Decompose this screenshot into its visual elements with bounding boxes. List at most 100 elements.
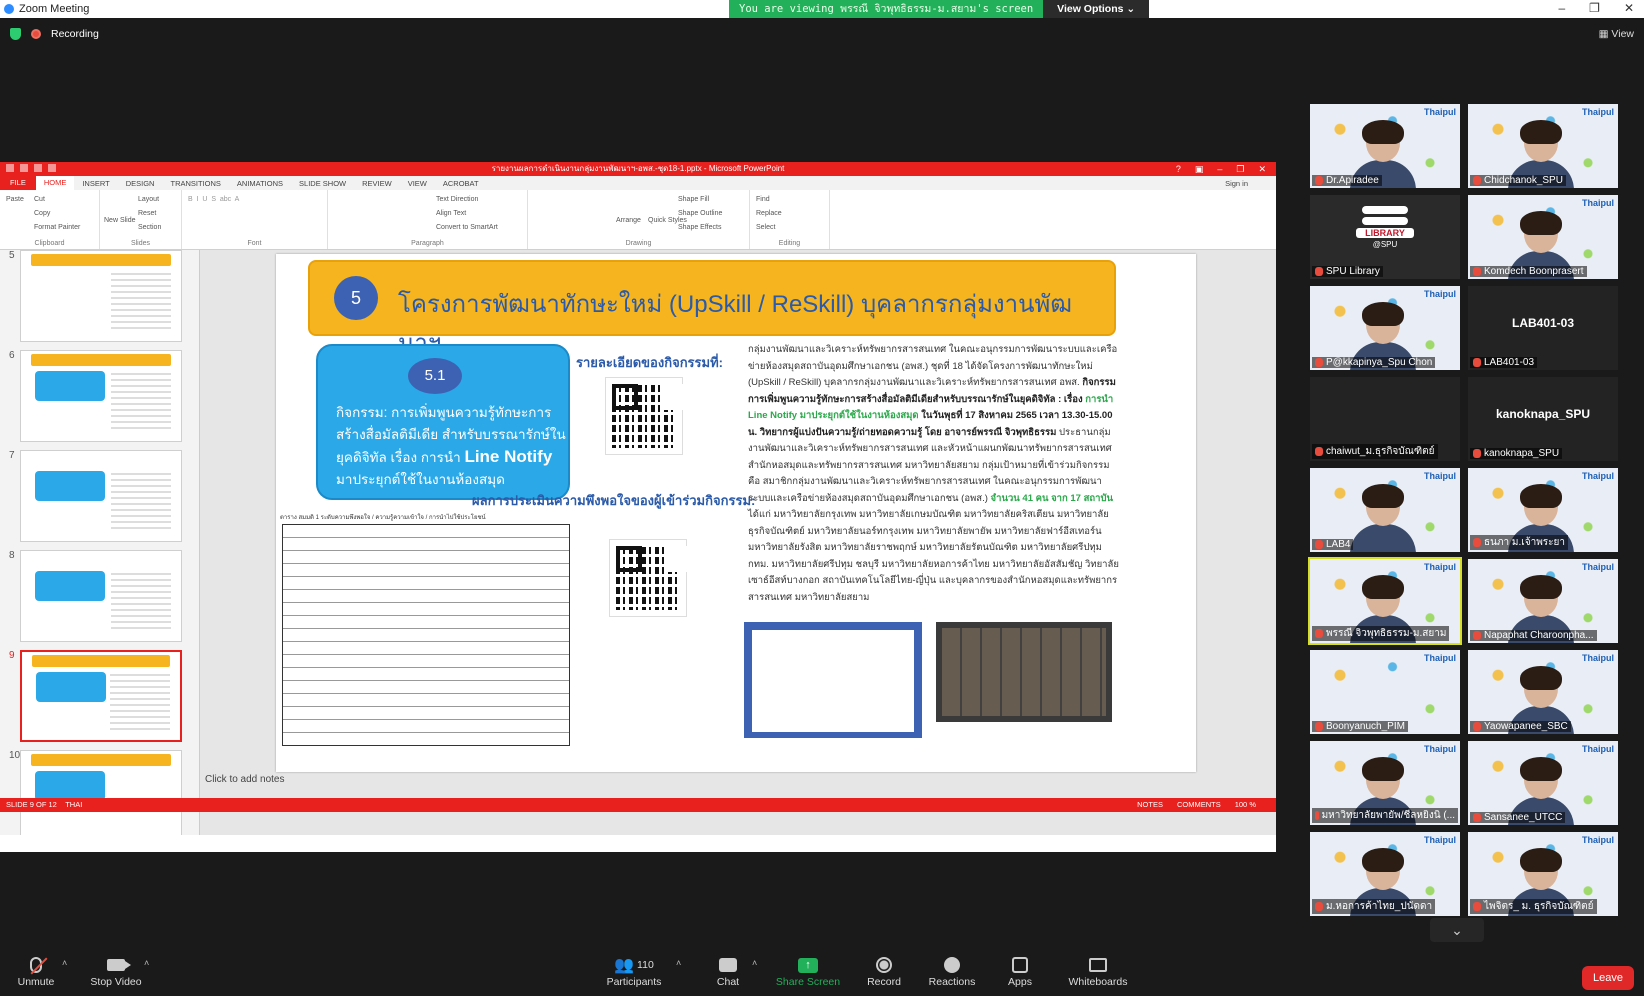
participants-button[interactable]: 👥 110 Participants	[594, 954, 674, 988]
help-icon[interactable]: ?	[1176, 162, 1181, 176]
tab-design[interactable]: DESIGN	[118, 179, 163, 188]
shape-fill-button[interactable]: Shape Fill	[678, 193, 709, 207]
editing-group: Find Replace Select Editing	[750, 190, 830, 249]
tab-acrobat[interactable]: ACROBAT	[435, 179, 487, 188]
participant-tile[interactable]: LIBRARY @SPU SPU Library	[1310, 195, 1460, 279]
slide-thumbnail[interactable]	[20, 350, 182, 442]
ribbon-display-icon[interactable]: ▣	[1195, 162, 1204, 176]
mic-muted-icon	[1315, 811, 1319, 820]
apps-button[interactable]: Apps	[980, 954, 1060, 988]
ppt-close-icon[interactable]: ✕	[1258, 162, 1266, 176]
recording-label[interactable]: Recording	[51, 28, 99, 40]
comments-toggle[interactable]: COMMENTS	[1177, 798, 1221, 812]
notes-placeholder[interactable]: Click to add notes	[205, 774, 285, 785]
participant-tile[interactable]: Thaipul Sansanee_UTCC	[1468, 741, 1618, 825]
redo-icon[interactable]	[48, 164, 56, 172]
participant-tile[interactable]: Thaipul ไพจิตร_ ม. ธุรกิจบัณฑิตย์	[1468, 832, 1618, 916]
ppt-restore-icon[interactable]: ❐	[1236, 162, 1244, 176]
slide-thumbnail[interactable]	[20, 550, 182, 642]
shape-effects-button[interactable]: Shape Effects	[678, 221, 721, 235]
zoom-app-icon	[4, 4, 14, 14]
reset-button[interactable]: Reset	[138, 207, 156, 221]
format-painter-button[interactable]: Format Painter	[34, 221, 80, 235]
meeting-participants-image	[936, 622, 1112, 722]
participant-tile[interactable]: kanoknapa_SPU kanoknapa_SPU	[1468, 377, 1618, 461]
share-screen-button[interactable]: ↑ Share Screen	[768, 954, 848, 988]
tab-view[interactable]: VIEW	[400, 179, 435, 188]
participants-chevron-icon[interactable]: ˄	[676, 958, 681, 968]
text-direction-button[interactable]: Text Direction	[436, 193, 478, 207]
qr-code-details	[605, 377, 683, 455]
tab-insert[interactable]: INSERT	[74, 179, 117, 188]
tab-file[interactable]: FILE	[0, 176, 36, 190]
participant-tile[interactable]: Thaipul Napaphat Charoonpha...	[1468, 559, 1618, 643]
notes-toggle[interactable]: NOTES	[1137, 798, 1163, 812]
participant-tile[interactable]: Thaipul Dr.Apiradee	[1310, 104, 1460, 188]
participant-name: LAB4	[1312, 539, 1354, 550]
convert-smartart-button[interactable]: Convert to SmartArt	[436, 221, 498, 235]
slide-thumbnails[interactable]: 5 6 7 8 9 10	[0, 250, 200, 835]
current-slide[interactable]: 5 โครงการพัฒนาทักษะใหม่ (UpSkill / ReSki…	[276, 254, 1196, 772]
participant-tile[interactable]: Thaipul Yaowapanee_SBC	[1468, 650, 1618, 734]
slide-thumbnail-selected[interactable]	[20, 650, 182, 742]
chat-chevron-icon[interactable]: ˄	[752, 958, 757, 968]
replace-button[interactable]: Replace	[756, 207, 823, 221]
new-slide-button[interactable]: New Slide	[104, 214, 136, 228]
video-options-chevron-icon[interactable]: ˄	[144, 958, 149, 968]
participant-name-text: ไพจิตร_ ม. ธุรกิจบัณฑิตย์	[1484, 901, 1594, 912]
maximize-icon[interactable]: ❐	[1589, 1, 1600, 15]
tab-animations[interactable]: ANIMATIONS	[229, 179, 291, 188]
participant-tile[interactable]: Thaipul Chidchanok_SPU	[1468, 104, 1618, 188]
activity-text-bold: Line Notify	[464, 447, 553, 466]
participant-tile[interactable]: Thaipul พรรณี จิวพุทธิธรรม-ม.สยาม	[1308, 557, 1462, 645]
recording-bar: Recording	[10, 28, 99, 40]
arrange-button[interactable]: Arrange	[616, 214, 641, 228]
whiteboards-button[interactable]: Whiteboards	[1058, 954, 1138, 988]
view-button[interactable]: ▦ View	[1599, 28, 1634, 40]
select-button[interactable]: Select	[756, 221, 823, 235]
save-icon[interactable]	[20, 164, 28, 172]
undo-icon[interactable]	[34, 164, 42, 172]
shield-icon[interactable]	[10, 28, 21, 40]
tab-home[interactable]: HOME	[35, 176, 75, 190]
participant-tile[interactable]: LAB401-03 LAB401-03	[1468, 286, 1618, 370]
thaipul-logo: Thaipul	[1424, 744, 1456, 754]
minimize-icon[interactable]: –	[1558, 1, 1565, 15]
participant-tile[interactable]: Thaipul มหาวิทยาลัยพายัพ/ชีลหยิงนิ (...	[1310, 741, 1460, 825]
participant-tile[interactable]: Thaipul P@kkapinya_Spu Chon	[1310, 286, 1460, 370]
tab-review[interactable]: REVIEW	[354, 179, 400, 188]
ppt-minimize-icon[interactable]: –	[1217, 162, 1222, 176]
gallery-scroll-down-icon[interactable]: ⌄	[1430, 918, 1484, 942]
tab-slide-show[interactable]: SLIDE SHOW	[291, 179, 354, 188]
cut-button[interactable]: Cut	[34, 193, 45, 207]
tab-transitions[interactable]: TRANSITIONS	[162, 179, 228, 188]
slide-thumbnail[interactable]	[20, 750, 182, 835]
paste-button[interactable]: Paste	[6, 193, 93, 207]
participant-tile[interactable]: chaiwut_ม.ธุรกิจบัณฑิตย์	[1310, 377, 1460, 461]
close-icon[interactable]: ✕	[1624, 1, 1634, 15]
slide-thumbnail[interactable]	[20, 450, 182, 542]
line-notify-poster-image	[744, 622, 922, 738]
participant-tile[interactable]: Thaipul ธนภา ม.เจ้าพระยา	[1468, 468, 1618, 552]
participant-tile[interactable]: Thaipul Komdech Boonprasert	[1468, 195, 1618, 279]
find-button[interactable]: Find	[756, 193, 823, 207]
slides-group-name: Slides	[130, 240, 151, 247]
participant-tile[interactable]: Thaipul Boonyanuch_PIM	[1310, 650, 1460, 734]
audio-options-chevron-icon[interactable]: ˄	[62, 958, 67, 968]
participant-tile[interactable]: Thaipul ม.หอการค้าไทย_ปนัดดา	[1310, 832, 1460, 916]
align-text-button[interactable]: Align Text	[436, 207, 466, 221]
layout-button[interactable]: Layout	[138, 193, 159, 207]
view-options-button[interactable]: View Options ⌄	[1043, 0, 1150, 18]
drawing-group-name: Drawing	[625, 240, 652, 247]
clipboard-group: Paste Cut Copy Format Painter Clipboard	[0, 190, 100, 249]
whiteboard-icon	[1089, 958, 1107, 972]
shape-outline-button[interactable]: Shape Outline	[678, 207, 722, 221]
slide-thumbnail[interactable]	[20, 250, 182, 342]
copy-button[interactable]: Copy	[34, 207, 50, 221]
leave-button[interactable]: Leave	[1582, 966, 1634, 990]
font-controls[interactable]: B I U S abc A	[188, 193, 321, 207]
section-button[interactable]: Section	[138, 221, 161, 235]
sign-in-link[interactable]: Sign in	[1217, 179, 1256, 188]
participant-tile[interactable]: Thaipul LAB4	[1310, 468, 1460, 552]
zoom-level[interactable]: 100 %	[1235, 798, 1256, 812]
